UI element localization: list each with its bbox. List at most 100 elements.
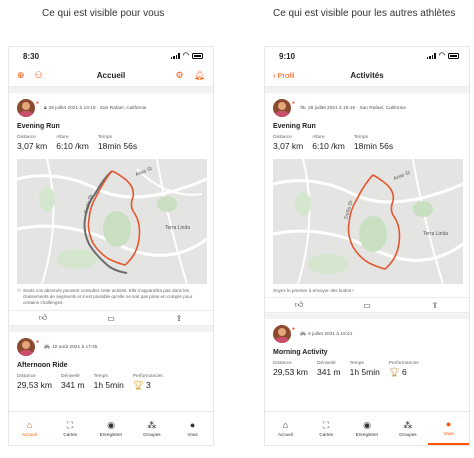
back-button[interactable]: ‹ Profil — [273, 71, 295, 80]
map-icon: ⛶ — [323, 420, 330, 430]
lock-icon: 🔒︎ — [44, 106, 47, 111]
activity-title[interactable]: Afternoon Ride — [17, 362, 205, 369]
activity-meta: 28 juillet 2021 à 19:19 · San Rafael, Ca… — [308, 105, 406, 111]
private-badge-icon: ● — [292, 326, 296, 332]
stat-distance: Distance 29,53 km — [17, 374, 52, 390]
plus-icon[interactable]: ⊕ — [17, 70, 25, 81]
activity-title[interactable]: Evening Run — [273, 123, 461, 130]
battery-icon — [448, 53, 459, 59]
kudos-prompt: Soyez le premier à envoyer des kudos ! — [273, 288, 354, 293]
tab-home[interactable]: ⌂ Accueil — [265, 412, 306, 445]
tab-record[interactable]: ◉ Enregistrer — [347, 412, 388, 445]
avatar[interactable] — [273, 99, 291, 117]
tab-home[interactable]: ⌂ Accueil — [9, 412, 50, 445]
caption-others-view: Ce qui est visible pour les autres athlè… — [273, 8, 456, 19]
home-icon: ⌂ — [282, 420, 289, 430]
profile-icon: ● — [445, 419, 452, 429]
activity-card[interactable]: ● 🚲︎ 10 août 2021 à 17:45 Afternoon Ride… — [9, 332, 213, 391]
activity-title[interactable]: Morning Activity — [273, 349, 461, 356]
activity-map[interactable]: Arias St Terra Linda Trellis Dr — [273, 159, 463, 284]
top-nav: ‹ Profil Activités — [265, 65, 469, 87]
activity-meta: 28 juillet 2021 à 19:19 · San Rafael, Ca… — [48, 105, 147, 111]
stat-distance: Distance 29,53 km — [273, 361, 308, 377]
activity-actions: 👍︎ ▭ ⇪ — [265, 297, 469, 313]
avatar[interactable] — [17, 99, 35, 117]
private-badge-icon: ● — [292, 100, 296, 106]
wifi-icon: ◠ — [182, 52, 189, 59]
tab-you[interactable]: ● Vous — [428, 412, 469, 445]
comment-button[interactable]: ▭ — [77, 311, 145, 325]
status-time: 9:10 — [279, 51, 296, 61]
trophy-icon: 🏆︎ — [132, 380, 144, 390]
activity-title[interactable]: Evening Run — [17, 123, 205, 130]
record-icon: ◉ — [107, 420, 115, 430]
wifi-icon: ◠ — [438, 52, 445, 59]
tab-maps[interactable]: ⛶ Cartes — [50, 412, 91, 445]
stat-achievements: Performances 🏆︎ 6 — [388, 361, 419, 377]
users-icon[interactable]: ⚇ — [35, 70, 43, 81]
record-icon: ◉ — [363, 420, 371, 430]
trophy-icon: 🏆︎ — [388, 367, 400, 377]
thumbs-up-icon: 👍︎ — [294, 300, 304, 309]
share-button[interactable]: ⇪ — [145, 311, 213, 325]
kudos-button[interactable]: 👍︎ — [9, 311, 77, 325]
private-badge-icon: ● — [36, 339, 40, 345]
status-bar: 8:30 ◠ — [9, 47, 213, 65]
stat-distance: Distance 3,07 km — [273, 135, 304, 151]
avatar[interactable] — [273, 325, 291, 343]
stat-pace: Allure 6:10 /km — [56, 135, 89, 151]
stat-elevation: Dénivelé 341 m — [60, 374, 85, 390]
activity-stats: Distance 29,53 km Dénivelé 341 m Temps 1h 5… — [273, 361, 461, 378]
tab-groups[interactable]: ⁂ Groupes — [387, 412, 428, 445]
private-badge-icon: ● — [36, 100, 40, 106]
bell-icon[interactable]: 🔔︎ — [194, 70, 205, 81]
caption-your-view: Ce qui est visible pour vous — [42, 8, 165, 19]
users-icon: ⚇ — [17, 288, 22, 293]
stat-pace: Allure 6:10 /km — [312, 135, 345, 151]
gear-icon[interactable]: ⚙ — [175, 70, 183, 81]
tab-record[interactable]: ◉ Enregistrer — [91, 412, 132, 445]
tab-maps[interactable]: ⛶ Cartes — [306, 412, 347, 445]
privacy-notice: ⚇ Seuls vos abonnés peuvent consulter ce… — [17, 288, 193, 305]
activity-card[interactable]: ● 🚲︎ 6 juillet 2021 à 19:41 Morning Acti… — [265, 319, 469, 378]
activity-card[interactable]: ● 👟︎ 28 juillet 2021 à 19:19 · San Rafae… — [265, 93, 469, 151]
kudos-button[interactable]: 👍︎ — [265, 298, 333, 312]
bike-icon: 🚲︎ — [300, 331, 307, 337]
map-graphic — [273, 159, 463, 284]
activity-card[interactable]: ● 🔒︎ 28 juillet 2021 à 19:19 · San Rafae… — [9, 93, 213, 151]
stat-time: Temps 18min 56s — [97, 135, 138, 151]
tab-bar: ⌂ Accueil ⛶ Cartes ◉ Enregistrer ⁂ Groupes ●… — [265, 411, 469, 445]
thumbs-up-icon: 👍︎ — [38, 313, 48, 322]
stat-distance: Distance 3,07 km — [17, 135, 48, 151]
map-area-label: Terra Linda — [165, 225, 191, 231]
phone-screen-others-view: 9:10 ◠ ‹ Profil Activités ● 👟︎ 28 juille… — [264, 46, 470, 446]
battery-icon — [192, 53, 203, 59]
comment-icon: ▭ — [363, 300, 371, 310]
comment-button[interactable]: ▭ — [333, 298, 401, 312]
activity-meta: 10 août 2021 à 17:45 — [52, 344, 98, 350]
activity-stats: Distance 29,53 km Dénivelé 341 m Temps 1h 5… — [17, 374, 205, 391]
activity-stats: Distance 3,07 km Allure 6:10 /km Temps 18mi… — [17, 135, 205, 151]
activity-stats: Distance 3,07 km Allure 6:10 /km Temps 18mi… — [273, 135, 461, 151]
avatar[interactable] — [17, 338, 35, 356]
tab-groups[interactable]: ⁂ Groupes — [131, 412, 172, 445]
share-icon: ⇪ — [431, 300, 439, 310]
run-icon: 👟︎ — [300, 105, 307, 111]
activity-map[interactable]: Arias St Terra Linda Trellis Dr — [17, 159, 207, 284]
signal-icon — [170, 53, 180, 59]
chevron-left-icon: ‹ — [273, 71, 276, 80]
share-icon: ⇪ — [175, 313, 183, 323]
status-bar: 9:10 ◠ — [265, 47, 469, 65]
stat-time: Temps 1h 5min — [349, 361, 380, 377]
status-time: 8:30 — [23, 51, 40, 61]
stat-time: Temps 18min 56s — [353, 135, 394, 151]
activity-actions: 👍︎ ▭ ⇪ — [9, 310, 213, 326]
profile-icon: ● — [189, 420, 196, 430]
share-button[interactable]: ⇪ — [401, 298, 469, 312]
stat-elevation: Dénivelé 341 m — [316, 361, 341, 377]
groups-icon: ⁂ — [147, 420, 157, 430]
tab-bar: ⌂ Accueil ⛶ Cartes ◉ Enregistrer ⁂ Groupes ●… — [9, 411, 213, 445]
tab-you[interactable]: ● Vous — [172, 412, 213, 445]
phone-screen-your-view: 8:30 ◠ ⊕ ⚇ Accueil ⚙ 🔔︎ ● 🔒︎ 28 juillet … — [8, 46, 214, 446]
signal-icon — [426, 53, 436, 59]
